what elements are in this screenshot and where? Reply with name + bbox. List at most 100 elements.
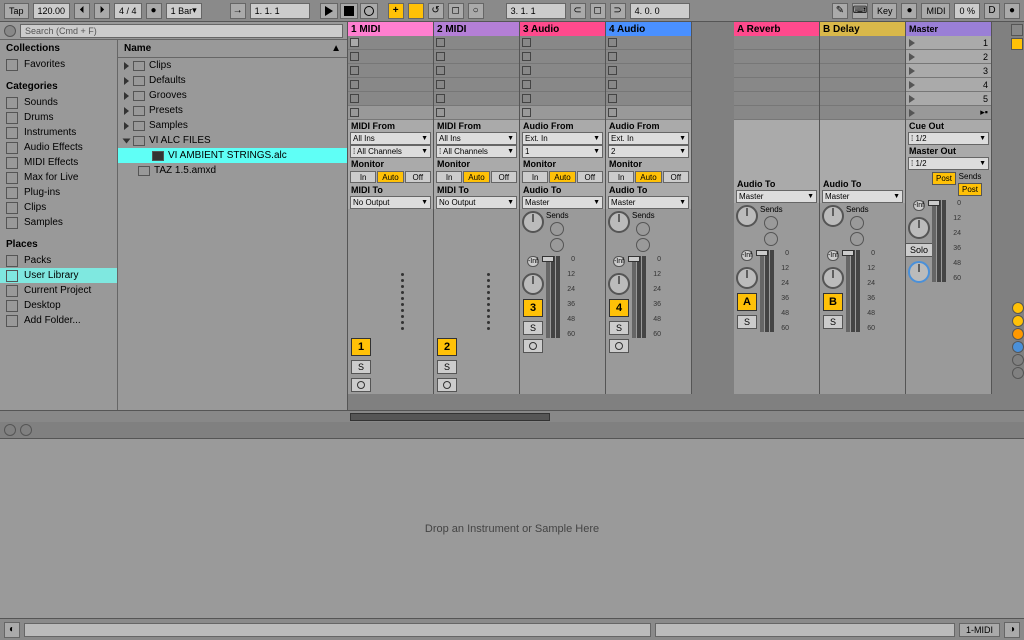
monitor-in[interactable]: In bbox=[608, 171, 634, 183]
send-b-knob[interactable] bbox=[550, 238, 564, 252]
cat-plugins[interactable]: Plug-ins bbox=[0, 185, 117, 200]
name-column-header[interactable]: Name▲ bbox=[118, 40, 347, 58]
send-b-knob[interactable] bbox=[764, 232, 778, 246]
track-header[interactable]: B Delay bbox=[820, 22, 905, 36]
sort-icon[interactable]: ▲ bbox=[331, 43, 341, 54]
cat-instruments[interactable]: Instruments bbox=[0, 125, 117, 140]
output-select[interactable]: Master▼ bbox=[608, 196, 689, 209]
clip-slot[interactable] bbox=[520, 50, 605, 64]
track-header[interactable]: 2 MIDI bbox=[434, 22, 519, 36]
monitor-off[interactable]: Off bbox=[577, 171, 603, 183]
clip-slot[interactable] bbox=[520, 36, 605, 50]
add-folder[interactable]: Add Folder... bbox=[0, 313, 117, 328]
pan-knob[interactable] bbox=[608, 211, 630, 233]
right-btn-4[interactable] bbox=[1012, 341, 1024, 353]
loop-icon[interactable]: ◻ bbox=[590, 3, 606, 19]
arm-button[interactable] bbox=[351, 378, 371, 392]
pan-knob[interactable] bbox=[522, 211, 544, 233]
volume-slider[interactable] bbox=[632, 256, 636, 338]
output-select[interactable]: No Output▼ bbox=[436, 196, 517, 209]
place-desktop[interactable]: Desktop bbox=[0, 298, 117, 313]
loop-length-field[interactable]: 4. 0. 0 bbox=[630, 3, 690, 19]
time-sig-field[interactable]: 4 / 4 bbox=[114, 3, 142, 19]
midi-in-icon[interactable]: ● bbox=[901, 3, 917, 19]
cat-sounds[interactable]: Sounds bbox=[0, 95, 117, 110]
follow-icon[interactable]: → bbox=[230, 3, 246, 19]
tree-samples[interactable]: Samples bbox=[118, 118, 347, 133]
scene-launch-5[interactable]: 5 bbox=[906, 92, 991, 106]
post-button-a[interactable]: Post bbox=[932, 172, 956, 185]
track-header[interactable]: 3 Audio bbox=[520, 22, 605, 36]
volume-slider[interactable] bbox=[932, 200, 936, 282]
play-button[interactable] bbox=[320, 3, 338, 19]
clip-stop-all[interactable] bbox=[348, 106, 433, 120]
cat-max[interactable]: Max for Live bbox=[0, 170, 117, 185]
volume-slider[interactable] bbox=[760, 250, 764, 332]
position-field[interactable]: 1. 1. 1 bbox=[250, 3, 310, 19]
track-activator[interactable]: 3 bbox=[523, 299, 543, 317]
tree-presets[interactable]: Presets bbox=[118, 103, 347, 118]
place-user-library[interactable]: User Library bbox=[0, 268, 117, 283]
session-rec-icon[interactable]: ○ bbox=[468, 3, 484, 19]
peak-level[interactable]: -Inf bbox=[913, 200, 925, 211]
volume-slider[interactable] bbox=[546, 256, 550, 338]
clip-stop-all[interactable] bbox=[606, 106, 691, 120]
device-drop-area[interactable]: Drop an Instrument or Sample Here bbox=[0, 438, 1024, 618]
solo-button[interactable]: S bbox=[609, 321, 629, 335]
clip-slot[interactable] bbox=[434, 78, 519, 92]
keyboard-icon[interactable]: ⌨ bbox=[852, 3, 868, 19]
punch-out-icon[interactable]: ⊃ bbox=[610, 3, 626, 19]
file-taz[interactable]: TAZ 1.5.amxd bbox=[118, 163, 347, 178]
monitor-auto[interactable]: Auto bbox=[463, 171, 489, 183]
cue-out-select[interactable]: ⁞ 1/2▼ bbox=[908, 132, 989, 145]
post-button-b[interactable]: Post bbox=[958, 183, 982, 196]
monitor-off[interactable]: Off bbox=[491, 171, 517, 183]
track-header[interactable]: 4 Audio bbox=[606, 22, 691, 36]
clip-slot[interactable] bbox=[606, 36, 691, 50]
volume-slider[interactable] bbox=[846, 250, 850, 332]
monitor-off[interactable]: Off bbox=[663, 171, 689, 183]
monitor-in[interactable]: In bbox=[436, 171, 462, 183]
search-input[interactable]: Search (Cmd + F) bbox=[20, 24, 343, 38]
tree-vi-alc[interactable]: VI ALC FILES bbox=[118, 133, 347, 148]
clip-stop-all[interactable] bbox=[520, 106, 605, 120]
track-activator[interactable]: 4 bbox=[609, 299, 629, 317]
clip-slot[interactable] bbox=[520, 78, 605, 92]
send-a-knob[interactable] bbox=[636, 222, 650, 236]
send-a-knob[interactable] bbox=[850, 216, 864, 230]
arm-button[interactable] bbox=[437, 378, 457, 392]
help-view-icon[interactable]: ◐ bbox=[4, 622, 20, 638]
input-type-select[interactable]: All Ins▼ bbox=[436, 132, 517, 145]
clip-slot[interactable] bbox=[348, 36, 433, 50]
scene-launch-3[interactable]: 3 bbox=[906, 64, 991, 78]
clip-slot[interactable] bbox=[606, 50, 691, 64]
horizontal-scrollbar[interactable] bbox=[0, 410, 1024, 422]
clip-stop-all[interactable] bbox=[434, 106, 519, 120]
cat-audio-fx[interactable]: Audio Effects bbox=[0, 140, 117, 155]
monitor-auto[interactable]: Auto bbox=[635, 171, 661, 183]
cat-midi-fx[interactable]: MIDI Effects bbox=[0, 155, 117, 170]
detail-toggle-icon[interactable]: ◑ bbox=[1004, 622, 1020, 638]
metronome-icon[interactable]: ● bbox=[146, 3, 162, 19]
input-type-select[interactable]: All Ins▼ bbox=[350, 132, 431, 145]
input-channel-select[interactable]: ⁞ All Channels▼ bbox=[436, 145, 517, 158]
clip-slot[interactable] bbox=[606, 92, 691, 106]
monitor-auto[interactable]: Auto bbox=[377, 171, 403, 183]
monitor-in[interactable]: In bbox=[350, 171, 376, 183]
edge-toggle-io[interactable] bbox=[1011, 38, 1023, 50]
cat-clips[interactable]: Clips bbox=[0, 200, 117, 215]
clip-slot[interactable] bbox=[348, 78, 433, 92]
pan-knob[interactable] bbox=[822, 267, 844, 289]
solo-button[interactable]: S bbox=[437, 360, 457, 374]
pan-knob[interactable] bbox=[736, 205, 758, 227]
place-packs[interactable]: Packs bbox=[0, 253, 117, 268]
clip-slot[interactable] bbox=[606, 78, 691, 92]
midi-map-button[interactable]: MIDI bbox=[921, 3, 950, 19]
output-select[interactable]: Master▼ bbox=[522, 196, 603, 209]
peak-level[interactable]: -Inf bbox=[527, 256, 539, 267]
arm-button[interactable] bbox=[523, 339, 543, 353]
scene-launch-1[interactable]: 1 bbox=[906, 36, 991, 50]
output-select[interactable]: No Output▼ bbox=[350, 196, 431, 209]
right-btn-2[interactable] bbox=[1012, 315, 1024, 327]
clip-slot[interactable] bbox=[434, 50, 519, 64]
